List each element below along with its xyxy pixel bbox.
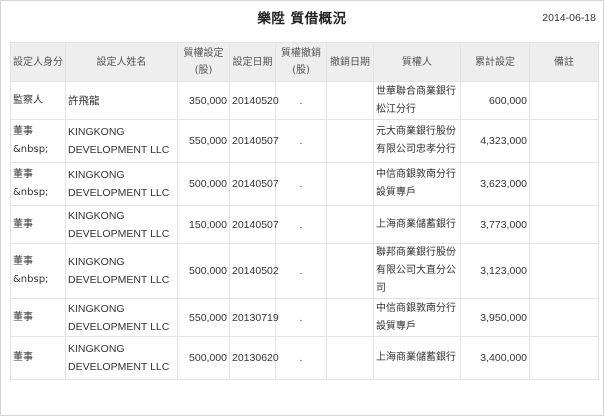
table-row: 董事 KINGKONG DEVELOPMENT LLC 500,000 2013062… [10,336,599,380]
cell-released-shares: . [275,162,327,206]
cell-pledge-date: 20140502 [229,243,279,299]
cell-release-date [326,119,374,163]
cell-release-date [326,336,374,380]
cell-cumulative: 4,323,000 [460,119,530,163]
cell-holder-name: KINGKONG DEVELOPMENT LLC [65,205,178,244]
cell-pledgee: 上海商業儲蓄銀行 [373,336,461,380]
cell-holder-role: 董事 [10,205,66,244]
table-row: 董事&nbsp; KINGKONG DEVELOPMENT LLC 500,000 2… [10,243,599,299]
cell-cumulative: 3,400,000 [460,336,530,380]
header-cumulative: 累計設定 [460,42,530,82]
cell-remarks [529,243,599,299]
cell-remarks [529,336,599,380]
cell-pledgee: 元大商業銀行股份有限公司忠孝分行 [373,119,461,163]
cell-holder-role: 董事&nbsp; [10,119,66,163]
cell-released-shares: . [275,119,327,163]
cell-holder-role: 董事&nbsp; [10,162,66,206]
cell-pledged-shares: 500,000 [177,336,230,380]
cell-remarks [529,162,599,206]
cell-holder-name: KINGKONG DEVELOPMENT LLC [65,298,178,337]
cell-cumulative: 600,000 [460,81,530,120]
cell-holder-role: 董事&nbsp; [10,243,66,299]
header-released-shares: 質權撤銷(股) [275,42,327,82]
cell-remarks [529,205,599,244]
cell-pledgee: 中信商銀敦南分行設質專戶 [373,162,461,206]
cell-released-shares: . [275,243,327,299]
cell-pledged-shares: 350,000 [177,81,230,120]
cell-release-date [326,243,374,299]
page-title: 樂陞 質借概況 [257,11,347,27]
cell-cumulative: 3,623,000 [460,162,530,206]
cell-holder-role: 監察人 [10,81,66,120]
cell-cumulative: 3,950,000 [460,298,530,337]
cell-holder-role: 董事 [10,336,66,380]
table-row: 董事 KINGKONG DEVELOPMENT LLC 550,000 2013071… [10,298,599,337]
cell-released-shares: . [275,336,327,380]
cell-released-shares: . [275,81,327,120]
cell-remarks [529,119,599,163]
cell-holder-name: KINGKONG DEVELOPMENT LLC [65,119,178,163]
cell-release-date [326,81,374,120]
header-holder-role: 設定人身分 [10,42,66,82]
cell-pledge-date: 20140507 [229,119,279,163]
table-header-row: 設定人身分 設定人姓名 質權設定(股) 設定日期 質權撤銷(股) 撤銷日期 質權… [10,42,599,82]
cell-pledge-date: 20130719 [229,298,279,337]
cell-pledgee: 上海商業儲蓄銀行 [373,205,461,244]
header-pledged-shares: 質權設定(股) [177,42,230,82]
cell-remarks [529,298,599,337]
cell-holder-name: KINGKONG DEVELOPMENT LLC [65,243,178,299]
cell-remarks [529,81,599,120]
cell-pledgee: 聯邦商業銀行股份有限公司大直分公司 [373,243,461,299]
cell-pledged-shares: 500,000 [177,243,230,299]
pledge-table: 設定人身分 設定人姓名 質權設定(股) 設定日期 質權撤銷(股) 撤銷日期 質權… [10,42,599,380]
cell-released-shares: . [275,298,327,337]
cell-holder-name: KINGKONG DEVELOPMENT LLC [65,336,178,380]
cell-cumulative: 3,773,000 [460,205,530,244]
report-date: 2014-06-18 [542,12,596,24]
table-row: 董事&nbsp; KINGKONG DEVELOPMENT LLC 550,000 2… [10,119,599,163]
cell-pledged-shares: 500,000 [177,162,230,206]
cell-holder-role: 董事 [10,298,66,337]
cell-pledge-date: 20140507 [229,205,279,244]
cell-cumulative: 3,123,000 [460,243,530,299]
cell-pledgee: 世華聯合商業銀行松江分行 [373,81,461,120]
header-remarks: 備註 [529,42,599,82]
cell-pledge-date: 20130620 [229,336,279,380]
cell-holder-name: KINGKONG DEVELOPMENT LLC [65,162,178,206]
cell-pledgee: 中信商銀敦南分行設質專戶 [373,298,461,337]
table-row: 董事&nbsp; KINGKONG DEVELOPMENT LLC 500,000 2… [10,162,599,206]
header-holder-name: 設定人姓名 [65,42,178,82]
cell-pledged-shares: 550,000 [177,119,230,163]
table-row: 監察人 許飛龍 350,000 20140520. 世華聯合商業銀行松江分行 600,00… [10,81,599,120]
table-row: 董事 KINGKONG DEVELOPMENT LLC 150,000 2014050… [10,205,599,244]
header-pledge-date: 設定日期 [229,42,276,82]
cell-pledge-date: 20140520 [229,81,279,120]
cell-pledged-shares: 550,000 [177,298,230,337]
cell-release-date [326,205,374,244]
cell-pledged-shares: 150,000 [177,205,230,244]
cell-release-date [326,162,374,206]
cell-release-date [326,298,374,337]
cell-holder-name: 許飛龍 [65,81,178,120]
cell-released-shares: . [275,205,327,244]
header-release-date: 撤銷日期 [326,42,374,82]
cell-pledge-date: 20140507 [229,162,279,206]
header-pledgee: 質權人 [373,42,461,82]
